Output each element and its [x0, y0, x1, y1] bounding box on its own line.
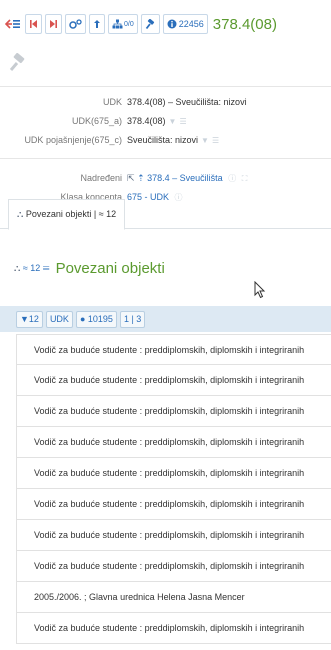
- hierarchy-list-icon[interactable]: ☰: [179, 117, 186, 126]
- property-label: UDK(675_a): [71, 116, 122, 126]
- info-icon[interactable]: ⓘ: [228, 174, 236, 183]
- section-header: ⛬ ≈ 12 ☰ Povezani objekti: [14, 260, 165, 277]
- info-icon: [167, 19, 177, 29]
- hierarchy-button[interactable]: 0/0: [108, 14, 138, 34]
- hierarchy-up-icon[interactable]: ⇱: [127, 173, 135, 183]
- tab-label: Povezani objekti | ≈ 12: [25, 209, 117, 219]
- record-toolbar: 0/0 22456 378.4(08): [0, 8, 331, 40]
- filter-bar: ▼12 UDK ● 10195 1 | 3: [0, 306, 331, 332]
- property-label: UDK pojašnjenje(675_c): [24, 135, 122, 145]
- list-item[interactable]: Vodič za buduće studente : preddiplomski…: [16, 334, 331, 365]
- first-record-icon: [30, 20, 37, 28]
- property-value-wrap: 378.4(08) ▼ ☰: [127, 112, 187, 131]
- last-record-button[interactable]: [45, 14, 62, 34]
- list-item[interactable]: Vodič za buduće studente : preddiplomski…: [16, 396, 331, 427]
- back-list-icon: [5, 19, 20, 29]
- list-item[interactable]: 2005./2006. ; Glavna urednica Helena Jas…: [16, 582, 331, 613]
- property-value-wrap: Sveučilišta: nizovi ▼ ☰: [127, 131, 219, 150]
- edit-button[interactable]: [140, 14, 160, 34]
- list-item[interactable]: Vodič za buduće studente : preddiplomski…: [16, 613, 331, 644]
- upload-button[interactable]: [89, 14, 105, 34]
- properties-panel: UDK 378.4(08) – Sveučilišta: nizovi UDK(…: [0, 93, 331, 150]
- filter-count: 12: [28, 313, 39, 324]
- related-count: ≈ 12: [22, 263, 41, 273]
- list-icon: ☰: [42, 263, 50, 273]
- related-count-button[interactable]: ⛬ ≈ 12 ☰: [14, 263, 50, 274]
- related-objects-list: Vodič za buduće studente : preddiplomski…: [16, 334, 331, 644]
- parent-link[interactable]: 378.4 – Sveučilišta: [147, 173, 223, 183]
- filter-icon: ▼: [20, 313, 29, 324]
- property-value: 378.4(08) – Sveučilišta: nizovi: [127, 97, 247, 107]
- last-record-icon: [50, 20, 57, 28]
- page-title: 378.4(08): [212, 15, 277, 33]
- udk-button[interactable]: UDK: [45, 310, 73, 328]
- filter-icon[interactable]: ▼: [201, 136, 209, 145]
- list-item[interactable]: Vodič za buduće studente : preddiplomski…: [16, 520, 331, 551]
- info-icon: ●: [79, 313, 86, 324]
- property-row-udk-675a: UDK(675_a) 378.4(08) ▼ ☰: [0, 112, 331, 131]
- property-value: Sveučilišta: nizovi: [127, 135, 199, 145]
- sitemap-icon: [112, 19, 123, 29]
- filter-button[interactable]: ▼12: [16, 310, 43, 328]
- property-row-udk: UDK 378.4(08) – Sveučilišta: nizovi: [0, 93, 331, 112]
- filter-icon[interactable]: ▼: [169, 117, 177, 126]
- id-button[interactable]: ● 10195: [75, 310, 117, 328]
- section-title: Povezani objekti: [55, 260, 165, 277]
- gavel-icon-large: [9, 53, 25, 71]
- hierarchy-count: 0/0: [124, 20, 134, 28]
- parent-row: Nadređeni ⇱ ⇡ 378.4 – Sveučilišta ⓘ ⛶: [0, 169, 331, 188]
- upload-icon: [94, 20, 100, 28]
- property-label: UDK: [102, 97, 122, 107]
- back-list-button[interactable]: [4, 14, 22, 34]
- property-value: 378.4(08): [127, 116, 166, 126]
- first-record-button[interactable]: [25, 14, 42, 34]
- parent-label: Nadređeni: [80, 173, 122, 183]
- list-item[interactable]: Vodič za buduće studente : preddiplomski…: [16, 551, 331, 582]
- divider: [0, 86, 331, 87]
- settings-button[interactable]: [65, 14, 86, 34]
- upload-icon[interactable]: ⇡: [137, 173, 145, 183]
- gears-icon: [69, 18, 82, 29]
- list-item[interactable]: Vodič za buduće studente : preddiplomski…: [16, 365, 331, 396]
- tab-bar: ⛬ Povezani objekti | ≈ 12: [0, 199, 331, 230]
- list-item[interactable]: Vodič za buduće studente : preddiplomski…: [16, 427, 331, 458]
- divider: [0, 158, 331, 159]
- property-row-udk-675c: UDK pojašnjenje(675_c) Sveučilišta: nizo…: [0, 131, 331, 150]
- sitemap-icon[interactable]: ⛶: [242, 174, 248, 183]
- list-item[interactable]: Vodič za buduće studente : preddiplomski…: [16, 458, 331, 489]
- record-info-button[interactable]: 22456: [162, 14, 208, 34]
- pagination-button[interactable]: 1 | 3: [119, 310, 146, 328]
- hierarchy-list-icon[interactable]: ☰: [212, 136, 219, 145]
- gavel-icon: [145, 18, 154, 29]
- sitemap-icon: ⛬: [17, 209, 24, 219]
- sitemap-icon: ⛬: [14, 263, 21, 273]
- record-id: 22456: [178, 19, 204, 29]
- id-value: 10195: [87, 313, 113, 324]
- list-item[interactable]: Vodič za buduće studente : preddiplomski…: [16, 489, 331, 520]
- tab-related-objects[interactable]: ⛬ Povezani objekti | ≈ 12: [8, 199, 126, 230]
- parent-value-wrap: ⇱ ⇡ 378.4 – Sveučilišta ⓘ ⛶: [127, 169, 247, 188]
- mouse-cursor-icon: [254, 281, 266, 299]
